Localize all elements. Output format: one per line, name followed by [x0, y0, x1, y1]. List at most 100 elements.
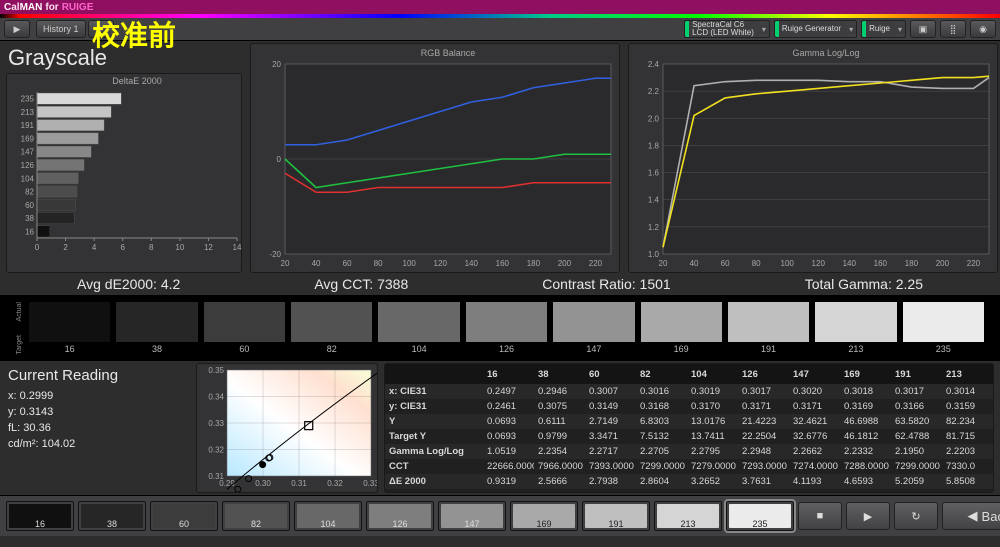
svg-text:6: 6	[120, 243, 125, 252]
svg-text:2: 2	[63, 243, 68, 252]
back-button[interactable]: ◀Back	[942, 502, 1000, 530]
svg-text:140: 140	[465, 259, 479, 268]
svg-text:0.30: 0.30	[255, 479, 271, 488]
footer: 16386082104126147169191213235 ■ ▶ ↻ ◀Bac…	[0, 495, 1000, 536]
footer-thumb[interactable]: 104	[294, 501, 362, 531]
rgb-balance-chart: RGB Balance-2002020406080100120140160180…	[250, 43, 620, 273]
svg-text:80: 80	[752, 259, 761, 268]
cie-chart: 0.290.300.310.320.330.310.320.330.340.35	[196, 363, 378, 493]
svg-text:0.35: 0.35	[208, 366, 224, 375]
footer-thumb[interactable]: 60	[150, 501, 218, 531]
svg-text:0.31: 0.31	[208, 472, 224, 481]
svg-text:180: 180	[905, 259, 919, 268]
svg-text:38: 38	[25, 214, 34, 223]
swatch: 213	[815, 302, 896, 354]
svg-text:80: 80	[374, 259, 383, 268]
svg-text:1.8: 1.8	[648, 141, 660, 150]
meter-source[interactable]: SpectraCal C6LCD (LED White)▾	[684, 20, 770, 38]
swatch: 147	[553, 302, 634, 354]
svg-text:200: 200	[558, 259, 572, 268]
source-indicators: SpectraCal C6LCD (LED White)▾ Ruige Gene…	[684, 18, 996, 40]
swatch: 235	[903, 302, 984, 354]
svg-text:235: 235	[21, 95, 35, 104]
svg-text:0.32: 0.32	[327, 479, 343, 488]
svg-text:120: 120	[812, 259, 826, 268]
svg-text:-20: -20	[269, 250, 281, 259]
footer-thumb[interactable]: 16	[6, 501, 74, 531]
grayscale-swatches: Actual Target 16386082104126147169191213…	[0, 295, 1000, 361]
footer-thumb[interactable]: 82	[222, 501, 290, 531]
play-button[interactable]: ▶	[846, 502, 890, 530]
add-history-button[interactable]: +	[88, 20, 114, 38]
generator-source[interactable]: Ruige Generator▾	[774, 20, 857, 38]
svg-text:1.0: 1.0	[648, 250, 660, 259]
svg-text:160: 160	[496, 259, 510, 268]
actual-label: Actual	[16, 302, 23, 321]
svg-text:40: 40	[690, 259, 699, 268]
footer-thumb[interactable]: 38	[78, 501, 146, 531]
svg-text:82: 82	[25, 188, 34, 197]
swatch: 60	[204, 302, 285, 354]
svg-text:126: 126	[21, 161, 35, 170]
brand-bar: CalMAN for RUIGE	[0, 0, 1000, 14]
svg-text:20: 20	[272, 60, 281, 69]
exit-icon[interactable]: ▣	[910, 20, 936, 38]
svg-text:0.33: 0.33	[208, 419, 224, 428]
avg-de: Avg dE2000: 4.2	[77, 276, 180, 292]
history-dropdown[interactable]: History 1	[36, 20, 86, 38]
repeat-button[interactable]: ↻	[894, 502, 938, 530]
data-table: 16386082104126147169191213x: CIE310.2497…	[384, 363, 994, 493]
swatch: 191	[728, 302, 809, 354]
footer-thumb[interactable]: 235	[726, 501, 794, 531]
svg-text:100: 100	[403, 259, 417, 268]
swatch: 104	[378, 302, 459, 354]
svg-text:20: 20	[659, 259, 668, 268]
current-reading: Current Reading x: 0.2999 y: 0.3143 fL: …	[6, 363, 190, 493]
settings-icon[interactable]: ⣿	[940, 20, 966, 38]
svg-text:60: 60	[25, 201, 34, 210]
svg-text:DeltaE 2000: DeltaE 2000	[112, 76, 162, 86]
svg-text:RGB Balance: RGB Balance	[421, 48, 476, 58]
footer-thumbs: 16386082104126147169191213235	[6, 501, 794, 531]
footer-thumb[interactable]: 213	[654, 501, 722, 531]
svg-text:20: 20	[281, 259, 290, 268]
footer-thumb[interactable]: 147	[438, 501, 506, 531]
total-gamma: Total Gamma: 2.25	[805, 276, 923, 292]
svg-text:14: 14	[233, 243, 242, 252]
ruige-logo: RUIGE	[62, 2, 94, 13]
svg-text:0.34: 0.34	[208, 393, 224, 402]
display-source[interactable]: Ruige▾	[861, 20, 906, 38]
svg-text:12: 12	[204, 243, 213, 252]
footer-thumb[interactable]: 169	[510, 501, 578, 531]
svg-text:160: 160	[874, 259, 888, 268]
svg-text:180: 180	[527, 259, 541, 268]
svg-text:0.32: 0.32	[208, 446, 224, 455]
svg-text:10: 10	[175, 243, 184, 252]
gamma-chart: Gamma Log/Log1.01.21.41.61.82.02.22.4204…	[628, 43, 998, 273]
reading-title: Current Reading	[8, 367, 188, 384]
svg-text:40: 40	[312, 259, 321, 268]
svg-text:60: 60	[343, 259, 352, 268]
stop-button[interactable]: ■	[798, 502, 842, 530]
back-icon[interactable]: ▶	[4, 20, 30, 38]
reading-icon[interactable]: ◉	[970, 20, 996, 38]
swatch: 38	[116, 302, 197, 354]
footer-thumb[interactable]: 191	[582, 501, 650, 531]
target-label: Target	[16, 335, 23, 354]
svg-text:1.6: 1.6	[648, 169, 660, 178]
svg-text:8: 8	[149, 243, 154, 252]
svg-text:1.2: 1.2	[648, 223, 660, 232]
deltae-chart: DeltaE 200023521319116914712610482603816…	[6, 73, 242, 273]
svg-text:220: 220	[589, 259, 603, 268]
reading-x: x: 0.2999	[8, 390, 188, 402]
svg-text:200: 200	[936, 259, 950, 268]
svg-text:213: 213	[21, 108, 35, 117]
svg-text:Gamma Log/Log: Gamma Log/Log	[792, 48, 859, 58]
footer-thumb[interactable]: 126	[366, 501, 434, 531]
svg-text:140: 140	[843, 259, 857, 268]
toolbar: ▶ History 1 + SpectraCal C6LCD (LED Whit…	[0, 18, 1000, 41]
reading-y: y: 0.3143	[8, 406, 188, 418]
swatch: 126	[466, 302, 547, 354]
svg-text:120: 120	[434, 259, 448, 268]
svg-text:191: 191	[21, 121, 35, 130]
